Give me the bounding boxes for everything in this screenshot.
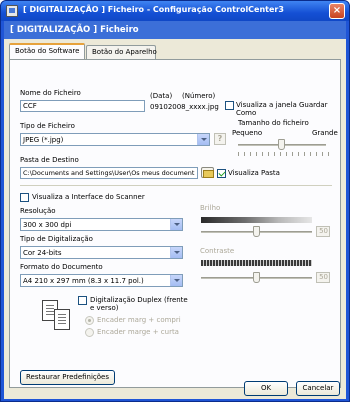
duplex-label: Digitalização Duplex (frente e verso) bbox=[90, 296, 188, 312]
file-size-slider-ticks bbox=[238, 152, 329, 156]
contrast-slider-thumb[interactable] bbox=[253, 272, 260, 283]
close-button[interactable]: × bbox=[329, 3, 345, 19]
resolution-value: 300 x 300 dpi bbox=[23, 221, 72, 229]
resolution-label: Resolução bbox=[20, 207, 56, 215]
page-back-icon bbox=[54, 309, 70, 330]
duplex-long-edge-radio[interactable] bbox=[85, 316, 94, 325]
brightness-gradient bbox=[201, 217, 312, 223]
show-folder-checkbox[interactable] bbox=[217, 169, 226, 178]
tab-software-button[interactable]: Botão do Software bbox=[9, 43, 85, 59]
document-size-value: A4 210 x 297 mm (8.3 x 11.7 pol.) bbox=[23, 277, 144, 285]
chevron-down-icon bbox=[170, 247, 182, 258]
show-save-as-label: Visualiza a janela Guardar Como bbox=[236, 101, 328, 117]
dialog-client: [ DIGITALIZAÇÃO ] Ficheiro Botão do Soft… bbox=[4, 21, 346, 399]
number-label: (Número) bbox=[182, 92, 216, 100]
chevron-down-icon bbox=[170, 275, 182, 286]
scan-type-value: Cor 24-bits bbox=[23, 249, 62, 257]
contrast-value[interactable]: 50 bbox=[316, 272, 330, 283]
restore-defaults-button[interactable]: Restaurar Predefinições bbox=[20, 370, 115, 385]
brightness-slider-thumb[interactable] bbox=[253, 226, 260, 237]
file-size-min-label: Pequeno bbox=[232, 129, 263, 137]
app-window-icon bbox=[6, 5, 18, 17]
document-size-select[interactable]: A4 210 x 297 mm (8.3 x 11.7 pol.) bbox=[20, 274, 183, 287]
file-name-label: Nome do Ficheiro bbox=[20, 89, 81, 97]
date-label: (Data) bbox=[150, 92, 173, 100]
scanner-interface-label: Visualiza a Interface do Scanner bbox=[32, 193, 145, 201]
separator bbox=[20, 185, 332, 186]
chevron-down-icon bbox=[170, 219, 182, 230]
duplex-long-edge-label: Encader marg + compri bbox=[97, 316, 181, 324]
title-bar[interactable]: [ DIGITALIZAÇÃO ] Ficheiro - Configuraçã… bbox=[1, 1, 349, 21]
tab-panel: Nome do Ficheiro CCF (Data) (Número) 091… bbox=[9, 59, 341, 388]
tab-device-button[interactable]: Botão do Aparelho bbox=[86, 45, 157, 59]
scan-type-label: Tipo de Digitalização bbox=[20, 235, 93, 243]
destination-input[interactable]: C:\Documents and Settings\User\Os meus d… bbox=[20, 167, 198, 179]
show-save-as-checkbox[interactable] bbox=[225, 101, 234, 110]
duplex-short-edge-label: Encader marge + curta bbox=[97, 328, 179, 336]
document-size-label: Formato do Documento bbox=[20, 263, 103, 271]
generated-file-name: 09102008_xxxx.jpg bbox=[150, 103, 219, 111]
help-icon[interactable]: ? bbox=[214, 133, 226, 145]
resolution-select[interactable]: 300 x 300 dpi bbox=[20, 218, 183, 231]
destination-label: Pasta de Destino bbox=[20, 156, 79, 164]
scan-type-select[interactable]: Cor 24-bits bbox=[20, 246, 183, 259]
brightness-value[interactable]: 50 bbox=[316, 226, 330, 237]
contrast-pattern bbox=[201, 260, 312, 266]
scanner-interface-checkbox[interactable] bbox=[20, 193, 29, 202]
section-banner: [ DIGITALIZAÇÃO ] Ficheiro bbox=[4, 21, 346, 39]
file-size-label: Tamanho do ficheiro bbox=[238, 119, 309, 127]
file-name-input[interactable]: CCF bbox=[20, 100, 145, 112]
cancel-button[interactable]: Cancelar bbox=[296, 381, 340, 396]
duplex-checkbox[interactable] bbox=[78, 296, 87, 305]
show-folder-label: Visualiza Pasta bbox=[228, 169, 280, 177]
window-title: [ DIGITALIZAÇÃO ] Ficheiro - Configuraçã… bbox=[23, 5, 284, 14]
contrast-label: Contraste bbox=[200, 247, 235, 255]
file-type-select[interactable]: JPEG (*.jpg) bbox=[20, 133, 210, 146]
file-size-slider-thumb[interactable] bbox=[278, 139, 285, 150]
duplex-short-edge-radio[interactable] bbox=[85, 328, 94, 337]
ok-button[interactable]: OK bbox=[244, 381, 288, 396]
brightness-label: Brilho bbox=[200, 204, 221, 212]
chevron-down-icon bbox=[197, 134, 209, 145]
folder-browse-icon[interactable] bbox=[201, 167, 214, 178]
file-type-label: Tipo de Ficheiro bbox=[20, 122, 75, 130]
dialog-window: [ DIGITALIZAÇÃO ] Ficheiro - Configuraçã… bbox=[0, 0, 350, 402]
file-type-value: JPEG (*.jpg) bbox=[23, 136, 64, 144]
file-size-max-label: Grande bbox=[312, 129, 338, 137]
